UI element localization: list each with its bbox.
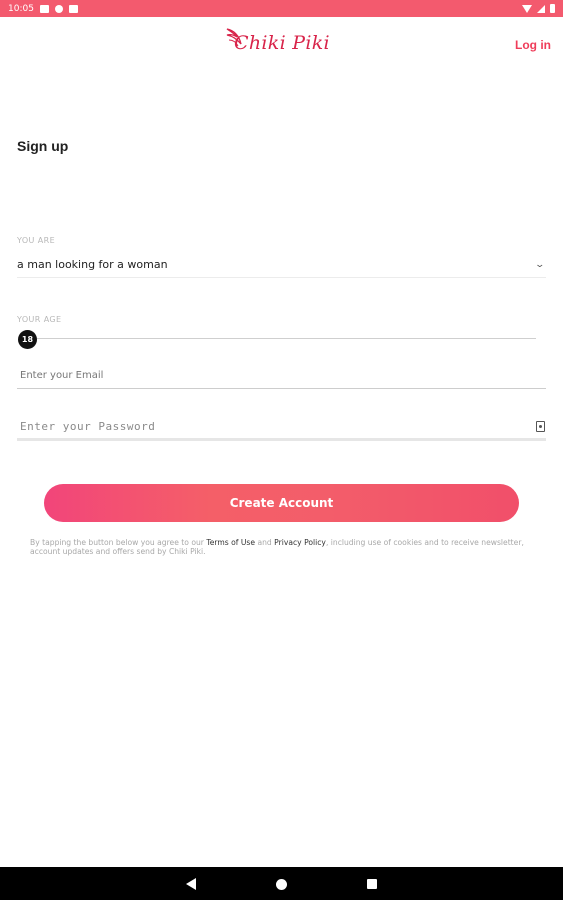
battery-icon: [550, 4, 555, 13]
slider-thumb[interactable]: 18: [18, 330, 37, 349]
mail-icon: [39, 4, 49, 13]
home-icon[interactable]: [276, 879, 287, 890]
you-are-select[interactable]: a man looking for a woman ⌄: [17, 252, 546, 278]
you-are-value: a man looking for a woman: [17, 258, 168, 271]
slider-track: [27, 338, 536, 339]
you-are-label: YOU ARE: [17, 236, 56, 245]
show-password-icon[interactable]: [536, 421, 545, 432]
login-link[interactable]: Log in: [515, 38, 551, 52]
status-bar: 10:05: [0, 0, 563, 17]
signal-icon: [537, 4, 545, 13]
legal-prefix: By tapping the button below you agree to…: [30, 538, 207, 547]
legal-text: By tapping the button below you agree to…: [30, 538, 540, 556]
legal-and: and: [255, 538, 275, 547]
recents-icon[interactable]: [367, 879, 377, 889]
age-slider[interactable]: 18: [17, 328, 536, 350]
terms-of-use-link[interactable]: Terms of Use: [206, 538, 255, 547]
back-icon[interactable]: [186, 878, 196, 890]
square-icon: [68, 4, 78, 13]
chevron-down-icon: ⌄: [534, 259, 546, 269]
wifi-icon: [522, 4, 532, 13]
app-logo: Chiki Piki: [225, 26, 345, 60]
page-title: Sign up: [17, 138, 69, 154]
logo-text: Chiki Piki: [234, 32, 330, 54]
app-icon: [54, 4, 63, 13]
navigation-bar: [0, 867, 563, 900]
password-input[interactable]: [17, 413, 517, 439]
email-input[interactable]: [17, 363, 546, 389]
password-field: [17, 413, 546, 441]
create-account-button[interactable]: Create Account: [44, 484, 519, 522]
age-label: YOUR AGE: [17, 315, 62, 324]
status-time: 10:05: [8, 3, 34, 14]
privacy-policy-link[interactable]: Privacy Policy: [274, 538, 326, 547]
